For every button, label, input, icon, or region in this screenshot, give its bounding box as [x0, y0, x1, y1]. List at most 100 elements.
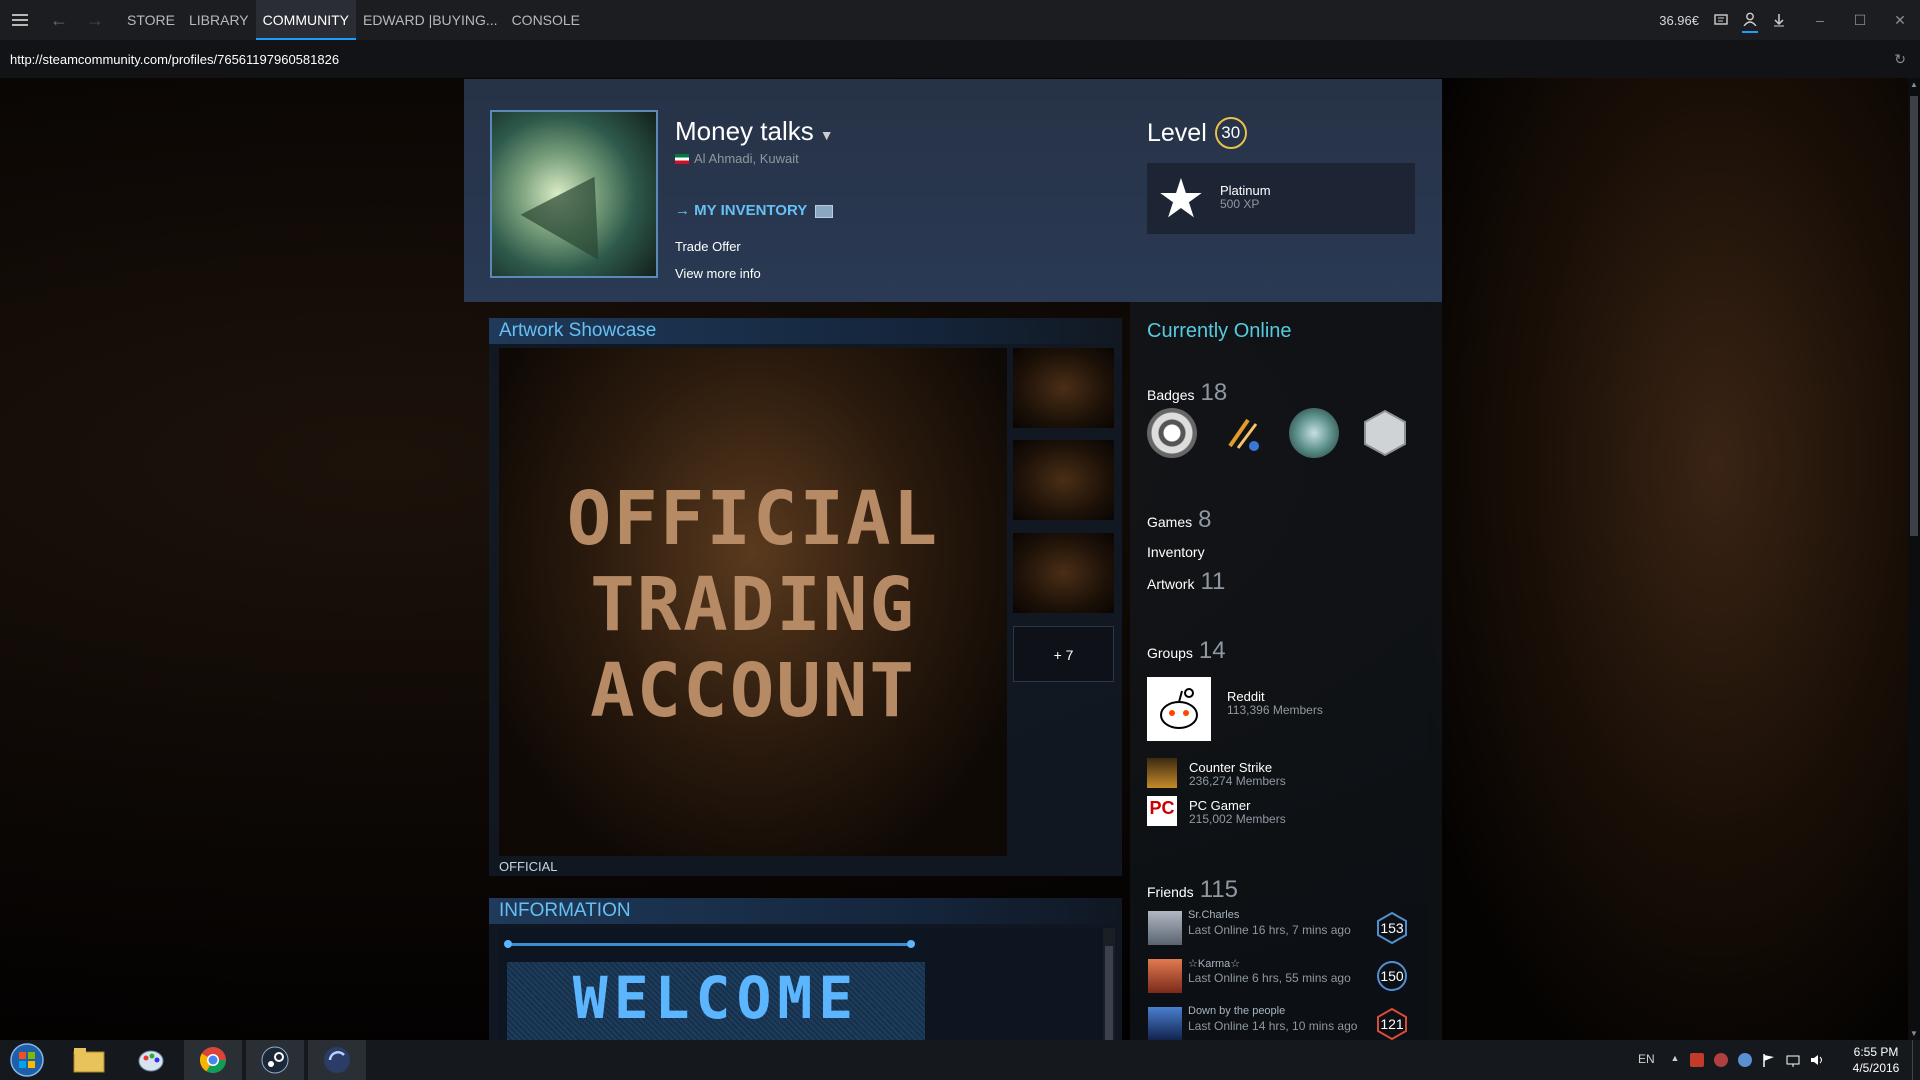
friend-name: ☆Karma☆ — [1188, 958, 1241, 970]
decorative-divider — [504, 940, 915, 948]
information-title: INFORMATION — [489, 898, 1122, 924]
tray-steam-icon[interactable] — [1738, 1053, 1752, 1067]
friend-avatar — [1148, 911, 1182, 945]
tab-store[interactable]: STORE — [120, 0, 182, 40]
friend-level-badge: 121 — [1376, 1008, 1408, 1040]
minimize-icon[interactable]: – — [1800, 12, 1840, 28]
scroll-down-icon[interactable]: ▼ — [1908, 1029, 1920, 1038]
language-indicator[interactable]: EN — [1638, 1052, 1655, 1066]
volume-icon[interactable] — [1810, 1053, 1824, 1067]
app-icon[interactable] — [308, 1040, 366, 1080]
information-section: INFORMATION WELCOME — [489, 898, 1122, 1040]
tray-app-icon[interactable] — [1690, 1053, 1704, 1067]
games-count: 8 — [1198, 506, 1212, 533]
artwork-link[interactable]: Artwork 11 — [1147, 568, 1225, 596]
information-scrollbar[interactable] — [1103, 928, 1115, 1040]
group-item[interactable]: PC PC Gamer 215,002 Members — [1147, 796, 1437, 828]
friends-link[interactable]: Friends 115 — [1147, 876, 1238, 904]
tab-library[interactable]: LIBRARY — [182, 0, 256, 40]
star-icon: ★ — [1156, 169, 1206, 229]
network-icon[interactable] — [1786, 1053, 1800, 1067]
show-desktop-button[interactable] — [1912, 1040, 1920, 1080]
profile-main-content: Artwork Showcase OFFICIAL TRADING ACCOUN… — [489, 318, 1122, 1040]
system-clock[interactable]: 6:55 PM 4/5/2016 — [1846, 1044, 1906, 1076]
tab-username[interactable]: EDWARD |BUYING... — [356, 0, 505, 40]
artwork-thumbnail[interactable] — [1013, 533, 1114, 613]
featured-badge[interactable]: ★ Platinum 500 XP — [1147, 163, 1415, 234]
group-item[interactable]: Reddit 113,396 Members — [1147, 677, 1437, 741]
action-center-flag-icon[interactable] — [1762, 1053, 1776, 1067]
trade-offer-link[interactable]: Trade Offer — [675, 239, 741, 254]
clock-time: 6:55 PM — [1853, 1045, 1899, 1059]
chrome-icon[interactable] — [184, 1040, 242, 1080]
artwork-caption: OFFICIAL — [499, 859, 558, 874]
friend-status: Last Online 14 hrs, 10 mins ago — [1188, 1019, 1358, 1033]
artwork-thumbnail[interactable] — [1013, 348, 1114, 428]
artwork-thumbnail[interactable] — [1013, 440, 1114, 520]
games-link[interactable]: Games 8 — [1147, 506, 1211, 534]
friend-level-badge: 150 — [1376, 960, 1408, 992]
back-arrow-icon[interactable]: ← — [50, 10, 68, 31]
tray-expand-icon[interactable]: ▲ — [1668, 1053, 1682, 1067]
friend-level: 153 — [1380, 920, 1404, 936]
friend-status: Last Online 6 hrs, 55 mins ago — [1188, 971, 1351, 985]
forward-arrow-icon[interactable]: → — [86, 10, 104, 31]
maximize-icon[interactable]: ☐ — [1840, 12, 1880, 29]
friend-avatar — [1148, 959, 1182, 993]
url-text[interactable]: http://steamcommunity.com/profiles/76561… — [10, 52, 339, 67]
friends-icon[interactable] — [1742, 7, 1758, 33]
online-status: Currently Online — [1147, 320, 1292, 342]
chat-icon[interactable] — [1713, 12, 1729, 28]
friend-level: 121 — [1380, 1016, 1404, 1032]
reload-icon[interactable]: ↻ — [1894, 51, 1906, 68]
paint-icon[interactable] — [122, 1040, 180, 1080]
wallet-balance[interactable]: 36.96€ — [1659, 13, 1699, 28]
group-members: 113,396 Members — [1227, 703, 1323, 717]
badge-rockets-icon[interactable] — [1218, 408, 1268, 458]
profile-name-dropdown[interactable]: Money talks ▼ — [675, 116, 834, 147]
group-item[interactable]: Counter Strike 236,274 Members — [1147, 758, 1437, 790]
artwork-text-line: OFFICIAL — [566, 476, 940, 562]
artwork-main-image[interactable]: OFFICIAL TRADING ACCOUNT — [499, 348, 1007, 856]
url-bar: http://steamcommunity.com/profiles/76561… — [0, 40, 1920, 78]
scroll-up-icon[interactable]: ▲ — [1908, 80, 1920, 89]
download-icon[interactable] — [1771, 12, 1787, 28]
page-scrollbar[interactable]: ▲ ▼ — [1908, 78, 1920, 1040]
artwork-count: 11 — [1200, 568, 1226, 595]
profile-name: Money talks — [675, 116, 814, 146]
clock-date: 4/5/2016 — [1852, 1061, 1900, 1075]
friend-item[interactable]: Sr.Charles Last Online 16 hrs, 7 mins ag… — [1148, 909, 1438, 949]
badges-link[interactable]: Badges 18 — [1147, 379, 1227, 407]
tab-console[interactable]: CONSOLE — [505, 0, 587, 40]
badges-label: Badges — [1147, 387, 1195, 403]
tab-community[interactable]: COMMUNITY — [255, 0, 356, 40]
artwork-text-line: ACCOUNT — [590, 648, 916, 734]
view-more-info-link[interactable]: View more info — [675, 266, 761, 281]
pc-gamer-icon: PC — [1147, 796, 1177, 826]
badge-ring-icon[interactable] — [1147, 408, 1197, 458]
scrollbar-thumb[interactable] — [1910, 96, 1918, 536]
top-navigation: ← → STORE LIBRARY COMMUNITY EDWARD |BUYI… — [0, 0, 1920, 40]
location-text: Al Ahmadi, Kuwait — [694, 151, 799, 166]
menu-icon[interactable] — [12, 14, 28, 26]
groups-link[interactable]: Groups 14 — [1147, 637, 1226, 665]
badge-xp: 500 XP — [1220, 197, 1260, 211]
avatar[interactable] — [490, 110, 658, 278]
friend-item[interactable]: ☆Karma☆ Last Online 6 hrs, 55 mins ago 1… — [1148, 957, 1438, 997]
friend-level-badge: 153 — [1376, 912, 1408, 944]
inventory-link[interactable]: Inventory — [1147, 544, 1205, 560]
file-explorer-icon[interactable] — [60, 1040, 118, 1080]
group-name: PC Gamer — [1189, 798, 1251, 813]
information-content: WELCOME — [499, 928, 1103, 1040]
more-artwork-button[interactable]: + 7 — [1013, 626, 1114, 682]
start-button[interactable] — [0, 1040, 54, 1080]
friend-item[interactable]: Down by the people Last Online 14 hrs, 1… — [1148, 1005, 1438, 1045]
chevron-down-icon: ▼ — [819, 127, 834, 143]
badge-tree-icon[interactable] — [1289, 408, 1339, 458]
tray-app-icon[interactable] — [1714, 1053, 1728, 1067]
steam-icon[interactable] — [246, 1040, 304, 1080]
my-inventory-link[interactable]: → MY INVENTORY — [675, 202, 834, 219]
friend-name: Sr.Charles — [1188, 909, 1240, 921]
badge-hexagon-icon[interactable] — [1360, 408, 1410, 458]
close-icon[interactable]: ✕ — [1880, 12, 1920, 29]
